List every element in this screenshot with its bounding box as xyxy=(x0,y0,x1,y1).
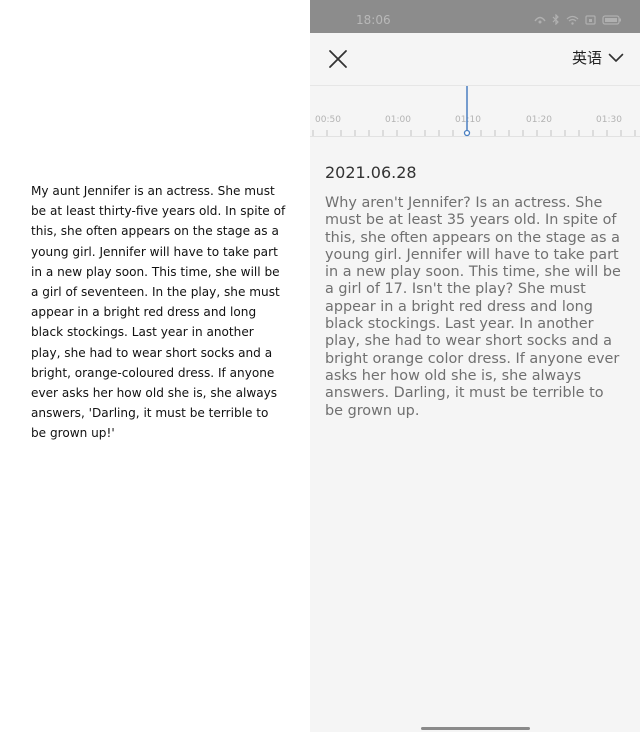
playhead[interactable] xyxy=(461,86,473,138)
timeline-label: 01:00 xyxy=(385,115,411,125)
home-indicator[interactable] xyxy=(421,727,530,730)
transcript-text: Why aren't Jennifer? Is an actress. She … xyxy=(325,195,621,419)
original-text: My aunt Jennifer is an actress. She must… xyxy=(31,184,286,441)
status-icons xyxy=(534,12,622,30)
audio-timeline[interactable]: 00:50 01:00 01:10 01:20 01:30 xyxy=(310,86,640,137)
close-button[interactable] xyxy=(324,45,352,73)
bluetooth-icon xyxy=(552,12,560,30)
transcription-panel: 18:06 英语 00:50 01:00 01:10 01:20 01:30 2… xyxy=(310,0,640,732)
timeline-ticks xyxy=(312,130,636,136)
transcript-date: 2021.06.28 xyxy=(325,163,417,182)
timeline-label: 01:20 xyxy=(526,115,552,125)
timeline-label: 00:50 xyxy=(315,115,341,125)
timeline-label: 01:30 xyxy=(596,115,622,125)
language-label: 英语 xyxy=(571,49,602,67)
close-icon xyxy=(329,50,347,68)
original-text-panel: My aunt Jennifer is an actress. She must… xyxy=(0,0,310,732)
screen-icon xyxy=(585,12,596,30)
language-selector[interactable]: 英语 xyxy=(572,47,624,68)
status-bar: 18:06 xyxy=(310,0,640,33)
header-bar: 英语 xyxy=(310,33,640,86)
battery-icon xyxy=(602,12,622,30)
chevron-down-icon xyxy=(608,53,624,62)
wifi-icon xyxy=(566,12,579,30)
status-time: 18:06 xyxy=(356,13,391,27)
alarm-icon xyxy=(534,12,546,30)
